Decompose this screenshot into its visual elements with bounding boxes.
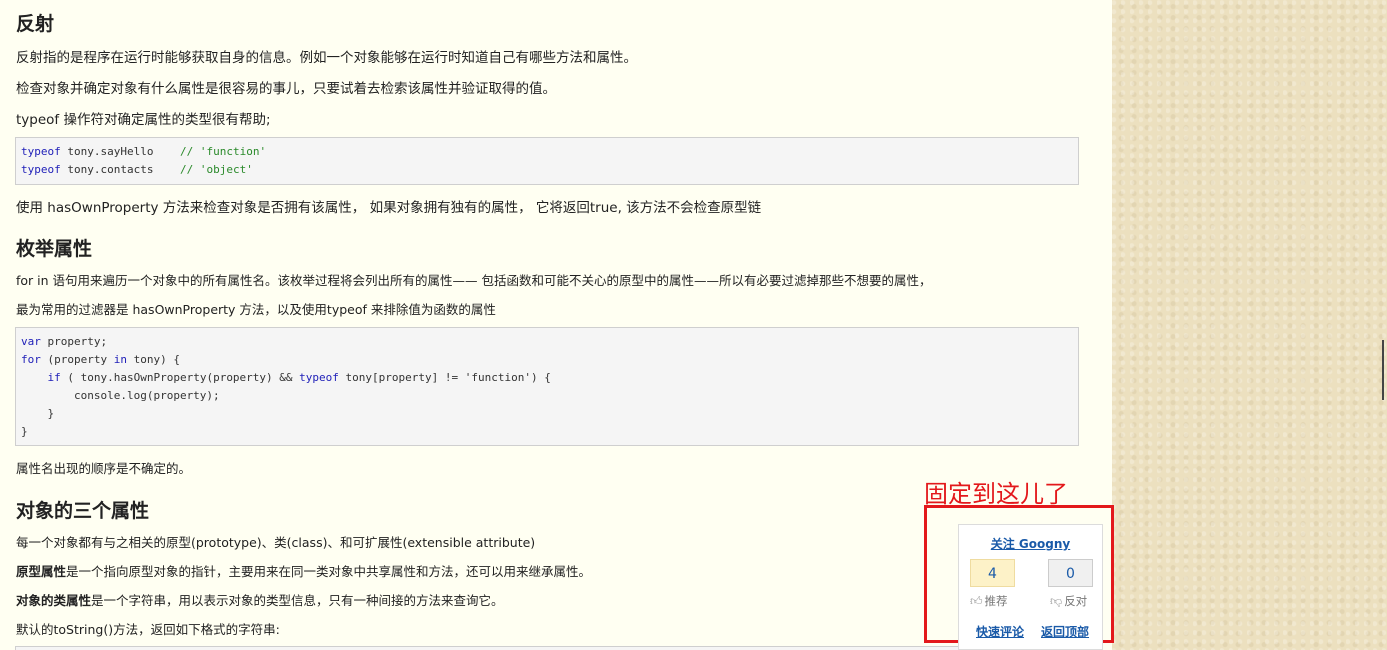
code-line: if ( tony.hasOwnProperty(property) && ty… — [47, 371, 551, 384]
code-line: console.log(property); — [21, 389, 220, 402]
oppose-button[interactable]: 👎︎ 反对 — [1050, 593, 1087, 609]
bold-term: 原型属性 — [16, 564, 67, 579]
code-line: typeof tony.sayHello // 'function' — [21, 145, 267, 158]
code-line: typeof tony.contacts // 'object' — [21, 163, 253, 176]
scrollbar-thumb[interactable] — [1382, 340, 1384, 400]
recommend-widget: 关注 Googny 4 0 👍︎ 推荐 👎︎ 反对 快速评论 返回顶部 — [958, 524, 1103, 650]
paragraph: 原型属性是一个指向原型对象的指针，主要用来在同一类对象中共享属性和方法，还可以用… — [16, 564, 592, 579]
follow-link[interactable]: 关注 Googny — [959, 535, 1102, 552]
thumbs-up-icon: 👍︎ — [970, 593, 983, 608]
quick-comment-link[interactable]: 快速评论 — [976, 623, 1024, 640]
code-line: } — [21, 425, 28, 438]
paragraph: 使用 hasOwnProperty 方法来检查对象是否拥有该属性， 如果对象拥有… — [16, 200, 762, 216]
paragraph: for in 语句用来遍历一个对象中的所有属性名。该枚举过程将会列出所有的属性—… — [16, 273, 932, 288]
bold-term: 对象的类属性 — [16, 593, 92, 608]
section-heading-three-props: 对象的三个属性 — [16, 500, 150, 522]
recommend-count[interactable]: 4 — [970, 559, 1015, 587]
code-block: var property; for (property in tony) { i… — [15, 327, 1079, 446]
recommend-button[interactable]: 👍︎ 推荐 — [970, 593, 1008, 609]
paragraph: 最为常用的过滤器是 hasOwnProperty 方法，以及使用typeof 来… — [16, 302, 496, 317]
paragraph: 属性名出现的顺序是不确定的。 — [16, 461, 192, 476]
oppose-label: 反对 — [1064, 594, 1088, 608]
paragraph: 检查对象并确定对象有什么属性是很容易的事儿，只要试着去检索该属性并验证取得的值。 — [16, 81, 556, 97]
paragraph: 默认的toString()方法，返回如下格式的字符串: — [16, 622, 280, 637]
paragraph: 对象的类属性是一个字符串，用以表示对象的类型信息，只有一种间接的方法来查询它。 — [16, 593, 504, 608]
code-block — [15, 646, 1079, 650]
annotation-text: 固定到这儿了 — [924, 480, 1068, 508]
oppose-count[interactable]: 0 — [1048, 559, 1093, 587]
section-heading-reflection: 反射 — [16, 13, 55, 35]
recommend-label: 推荐 — [984, 594, 1008, 608]
code-line: var property; — [21, 335, 108, 348]
paragraph: 每一个对象都有与之相关的原型(prototype)、类(class)、和可扩展性… — [16, 535, 536, 550]
section-heading-enumeration: 枚举属性 — [16, 238, 93, 260]
paragraph: 反射指的是程序在运行时能够获取自身的信息。例如一个对象能够在运行时知道自己有哪些… — [16, 50, 637, 66]
back-to-top-link[interactable]: 返回顶部 — [1041, 623, 1089, 640]
code-line: } — [21, 407, 55, 420]
background-texture — [1112, 0, 1387, 650]
code-block: typeof tony.sayHello // 'function' typeo… — [15, 137, 1079, 185]
thumbs-down-icon: 👎︎ — [1050, 593, 1063, 608]
paragraph: typeof 操作符对确定属性的类型很有帮助; — [16, 112, 271, 128]
code-line: for (property in tony) { — [21, 353, 180, 366]
